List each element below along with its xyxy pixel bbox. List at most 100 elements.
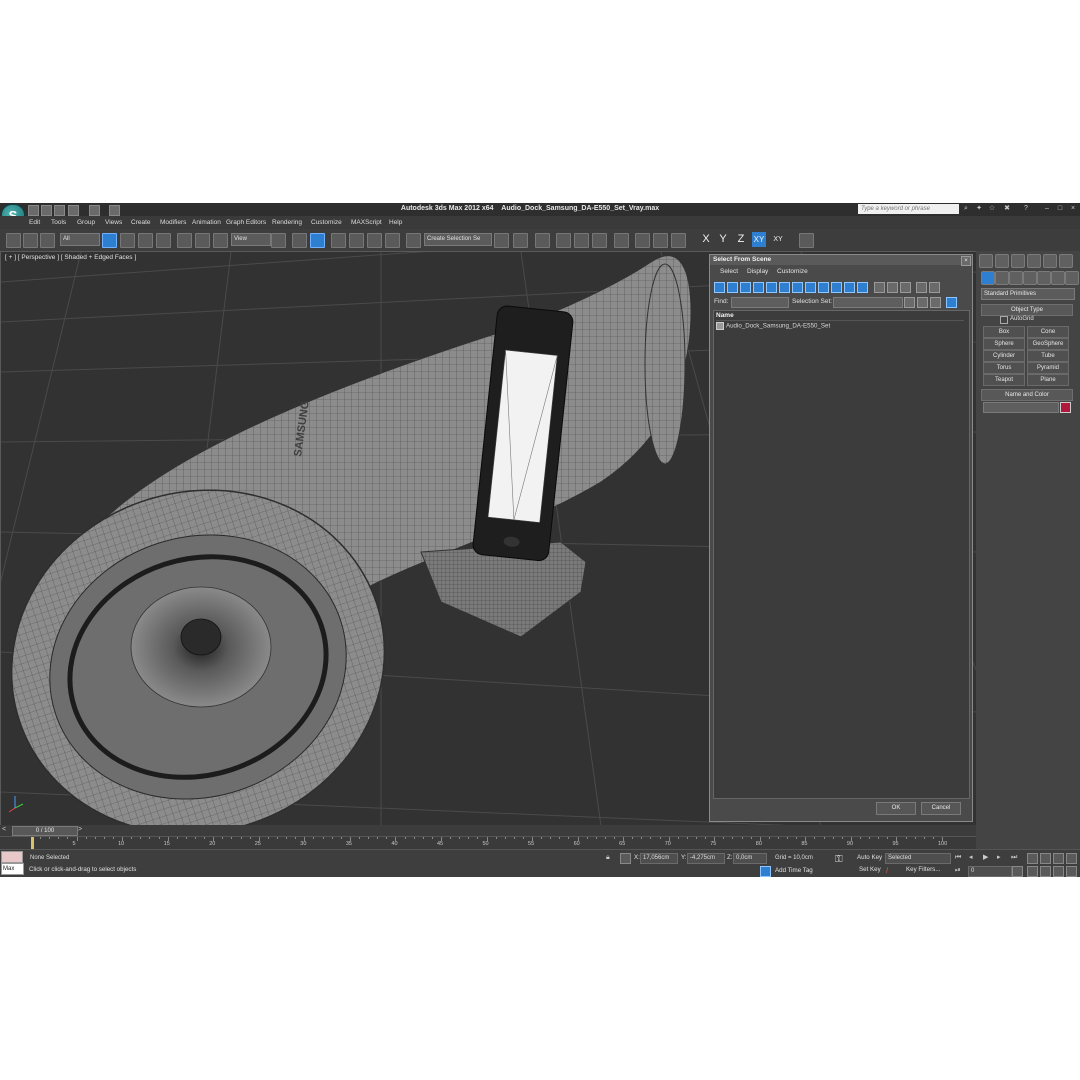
zoom-extents-icon[interactable] bbox=[1053, 853, 1064, 864]
render-production-icon[interactable] bbox=[671, 233, 686, 248]
ok-button[interactable]: OK bbox=[876, 802, 916, 815]
selection-lock-icon[interactable]: 🔒︎ bbox=[606, 854, 613, 861]
binoculars-icon[interactable]: ⌕ bbox=[962, 205, 970, 213]
key-mode-dropdown[interactable]: Selected bbox=[885, 853, 951, 864]
sync-selection-icon[interactable] bbox=[916, 282, 927, 293]
shapes-category-icon[interactable] bbox=[995, 271, 1009, 285]
selection-set-dropdown[interactable] bbox=[833, 297, 903, 308]
maxscript-mini-listener[interactable]: Max bbox=[1, 863, 24, 875]
menu-create[interactable]: Create bbox=[131, 219, 151, 226]
primitives-category-dropdown[interactable]: Standard Primitives bbox=[981, 288, 1075, 300]
schematic-view-icon[interactable] bbox=[592, 233, 607, 248]
new-file-icon[interactable] bbox=[28, 205, 39, 216]
list-item[interactable]: Audio_Dock_Samsung_DA-E550_Set bbox=[716, 322, 964, 330]
snaps-toggle-icon[interactable] bbox=[331, 233, 346, 248]
time-tag-icon[interactable] bbox=[760, 866, 771, 877]
tube-button[interactable]: Tube bbox=[1027, 350, 1069, 362]
go-to-end-icon[interactable]: ⏭ bbox=[1011, 853, 1021, 862]
object-list[interactable]: Name Audio_Dock_Samsung_DA-E550_Set bbox=[713, 310, 970, 799]
absolute-mode-icon[interactable] bbox=[620, 853, 631, 864]
slider-next-icon[interactable]: > bbox=[78, 826, 86, 834]
display-containers-icon[interactable] bbox=[831, 282, 842, 293]
geometry-category-icon[interactable] bbox=[981, 271, 995, 285]
keyboard-shortcut-override-icon[interactable] bbox=[310, 233, 325, 248]
play-icon[interactable]: ▶ bbox=[983, 853, 993, 862]
orbit-icon[interactable] bbox=[1053, 866, 1064, 877]
curve-editor-icon[interactable] bbox=[574, 233, 589, 248]
key-mode-toggle-icon[interactable]: ⏯ bbox=[955, 866, 965, 875]
track-bar[interactable]: 5 10 15 20 25 30 35 40 45 50 55 60 65 70 75 80 85 90 95 100 bbox=[0, 836, 976, 850]
cone-button[interactable]: Cone bbox=[1027, 326, 1069, 338]
menu-tools[interactable]: Tools bbox=[51, 219, 66, 226]
material-editor-icon[interactable] bbox=[614, 233, 629, 248]
display-frozen-icon[interactable] bbox=[844, 282, 855, 293]
axis-xy-button[interactable]: XY bbox=[752, 232, 766, 247]
find-input[interactable] bbox=[731, 297, 789, 308]
y-coordinate-field[interactable]: -4,275cm bbox=[687, 853, 725, 864]
dialog-menu-display[interactable]: Display bbox=[747, 268, 768, 275]
slider-prev-icon[interactable]: < bbox=[2, 826, 10, 834]
x-coordinate-field[interactable]: 17,056cm bbox=[640, 853, 678, 864]
project-folder-icon[interactable] bbox=[109, 205, 120, 216]
cancel-button[interactable]: Cancel bbox=[921, 802, 961, 815]
menu-modifiers[interactable]: Modifiers bbox=[160, 219, 186, 226]
reference-coord-dropdown[interactable]: View bbox=[231, 233, 271, 246]
key-filters-button[interactable]: Key Filters... bbox=[906, 866, 940, 873]
menu-animation[interactable]: Animation bbox=[192, 219, 221, 226]
display-tab-icon[interactable] bbox=[1043, 254, 1057, 268]
window-crossing-icon[interactable] bbox=[156, 233, 171, 248]
display-all-icon[interactable] bbox=[874, 282, 885, 293]
go-to-start-icon[interactable]: ⏮ bbox=[955, 853, 965, 862]
maximize-viewport-icon[interactable] bbox=[1066, 866, 1077, 877]
menu-group[interactable]: Group bbox=[77, 219, 95, 226]
pan-view-icon[interactable] bbox=[1040, 866, 1051, 877]
axis-y-button[interactable]: Y bbox=[716, 232, 730, 247]
geosphere-button[interactable]: GeoSphere bbox=[1027, 338, 1069, 350]
display-lights-icon[interactable] bbox=[740, 282, 751, 293]
display-invert-icon[interactable] bbox=[900, 282, 911, 293]
zoom-icon[interactable] bbox=[1027, 853, 1038, 864]
filter-icon[interactable] bbox=[929, 282, 940, 293]
next-frame-icon[interactable]: ▸ bbox=[997, 853, 1007, 862]
previous-frame-icon[interactable]: ◂ bbox=[969, 853, 979, 862]
spinner-snap-icon[interactable] bbox=[385, 233, 400, 248]
display-xrefs-icon[interactable] bbox=[805, 282, 816, 293]
select-invert-icon[interactable] bbox=[930, 297, 941, 308]
rendered-frame-window-icon[interactable] bbox=[653, 233, 668, 248]
dialog-menu-customize[interactable]: Customize bbox=[777, 268, 808, 275]
rotate-icon[interactable] bbox=[195, 233, 210, 248]
helpers-category-icon[interactable] bbox=[1037, 271, 1051, 285]
set-key-icon[interactable]: ⚿ bbox=[835, 854, 851, 866]
display-cameras-icon[interactable] bbox=[753, 282, 764, 293]
redo-icon[interactable] bbox=[89, 205, 100, 216]
time-slider-handle[interactable] bbox=[31, 837, 34, 849]
render-setup-icon[interactable] bbox=[635, 233, 650, 248]
axis-xy-cycle-button[interactable]: XY bbox=[771, 232, 785, 247]
select-object-icon[interactable] bbox=[102, 233, 117, 248]
viewport-label[interactable]: [ + ] [ Perspective ] [ Shaded + Edged F… bbox=[5, 254, 136, 261]
box-button[interactable]: Box bbox=[983, 326, 1025, 338]
hierarchy-tab-icon[interactable] bbox=[1011, 254, 1025, 268]
object-color-swatch[interactable] bbox=[1060, 402, 1071, 413]
dialog-menu-select[interactable]: Select bbox=[720, 268, 738, 275]
display-none-icon[interactable] bbox=[887, 282, 898, 293]
unlink-icon[interactable] bbox=[23, 233, 38, 248]
align-icon[interactable] bbox=[513, 233, 528, 248]
edit-named-selection-icon[interactable] bbox=[406, 233, 421, 248]
field-of-view-icon[interactable] bbox=[1027, 866, 1038, 877]
vray-toolbar-icon[interactable] bbox=[799, 233, 814, 248]
torus-button[interactable]: Torus bbox=[983, 362, 1025, 374]
space-warps-category-icon[interactable] bbox=[1051, 271, 1065, 285]
modify-tab-icon[interactable] bbox=[995, 254, 1009, 268]
display-bones-icon[interactable] bbox=[818, 282, 829, 293]
display-helpers-icon[interactable] bbox=[766, 282, 777, 293]
object-name-input[interactable] bbox=[983, 402, 1059, 413]
current-frame-field[interactable]: 0 bbox=[968, 866, 1012, 877]
dialog-close-icon[interactable]: × bbox=[961, 256, 971, 266]
menu-rendering[interactable]: Rendering bbox=[272, 219, 302, 226]
menu-graph-editors[interactable]: Graph Editors bbox=[226, 219, 266, 226]
autogrid-checkbox[interactable] bbox=[1000, 316, 1008, 324]
lights-category-icon[interactable] bbox=[1009, 271, 1023, 285]
menu-maxscript[interactable]: MAXScript bbox=[351, 219, 382, 226]
menu-help[interactable]: Help bbox=[389, 219, 402, 226]
